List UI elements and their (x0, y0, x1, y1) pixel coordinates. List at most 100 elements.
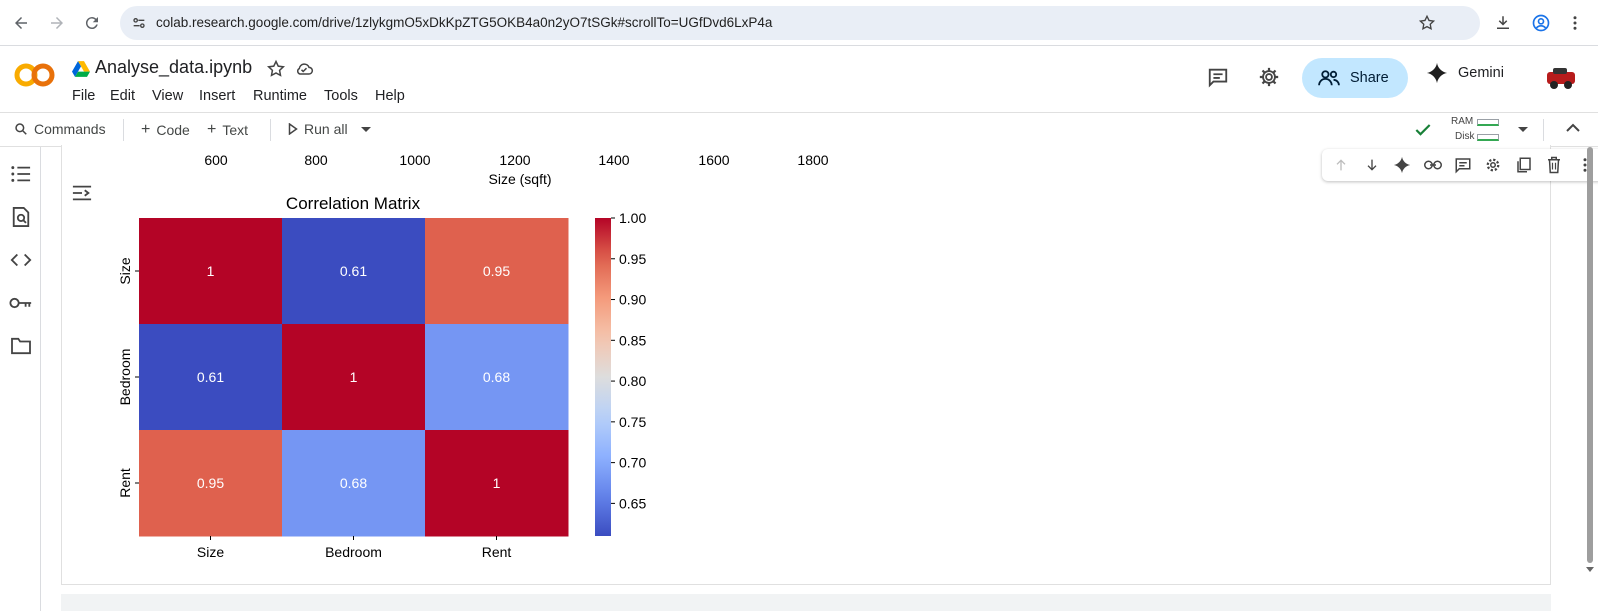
cell-annotation: 0.61 (197, 369, 224, 385)
menu-file[interactable]: File (72, 88, 95, 104)
toolbar-divider (270, 119, 271, 141)
search-icon (14, 122, 28, 136)
settings-gear-icon[interactable] (1482, 154, 1504, 176)
gemini-sparkle-icon (1426, 62, 1448, 84)
files-folder-icon[interactable] (9, 334, 33, 358)
settings-gear-icon[interactable] (1258, 66, 1280, 88)
text-label: Text (222, 122, 249, 138)
x-tick-label: 1400 (598, 152, 630, 168)
table-of-contents-icon[interactable] (9, 162, 33, 186)
cloud-saved-icon[interactable] (293, 59, 315, 79)
menu-edit[interactable]: Edit (110, 88, 135, 104)
url-text[interactable]: colab.research.google.com/drive/1zlykgmO… (156, 15, 772, 30)
comment-icon[interactable] (1207, 66, 1229, 88)
menu-view[interactable]: View (152, 88, 183, 104)
browser-toolbar: colab.research.google.com/drive/1zlykgmO… (0, 0, 1598, 46)
disk-meter (1477, 134, 1499, 141)
user-avatar[interactable] (1545, 64, 1577, 92)
colorbar-tick-label: 0.95 (619, 251, 646, 267)
cell-annotation: 0.95 (483, 263, 510, 279)
delete-trash-icon[interactable] (1543, 154, 1565, 176)
more-vert-icon[interactable] (1562, 10, 1588, 36)
colorbar-tick-label: 0.65 (619, 495, 646, 511)
forward-arrow-icon[interactable] (44, 10, 70, 36)
gemini-sparkle-icon[interactable] (1391, 154, 1413, 176)
gemini-button[interactable]: Gemini (1426, 62, 1504, 84)
colorbar-tick-label: 0.75 (619, 414, 646, 430)
x-tick-label: 600 (204, 152, 228, 168)
chart-title: Correlation Matrix (286, 194, 421, 213)
run-all-dropdown-icon[interactable] (360, 126, 372, 134)
profile-icon[interactable] (1528, 10, 1554, 36)
people-icon (1318, 69, 1340, 87)
cell-toolbar (1322, 149, 1598, 181)
add-text-button[interactable]: + Text (207, 121, 248, 139)
comment-icon[interactable] (1452, 154, 1474, 176)
mirror-cell-icon[interactable] (1513, 154, 1535, 176)
y-tick-label: Rent (117, 468, 133, 498)
secrets-key-icon[interactable] (9, 291, 33, 315)
back-arrow-icon[interactable] (8, 10, 34, 36)
star-icon[interactable] (266, 59, 286, 79)
move-down-icon[interactable] (1361, 154, 1383, 176)
notebook-title[interactable]: Analyse_data.ipynb (95, 57, 252, 78)
address-bar[interactable]: colab.research.google.com/drive/1zlykgmO… (120, 6, 1480, 40)
colorbar-tick-label: 0.85 (619, 332, 646, 348)
toolbar-divider (1543, 119, 1544, 141)
scroll-down-arrow-icon[interactable] (1585, 566, 1595, 574)
run-all-button[interactable]: Run all (288, 121, 348, 137)
scrollbar-thumb[interactable] (1587, 147, 1593, 563)
menu-insert[interactable]: Insert (199, 88, 235, 104)
cell-annotation: 0.68 (340, 475, 367, 491)
ram-label: RAM (1451, 116, 1474, 127)
vertical-scrollbar[interactable] (1584, 147, 1596, 579)
menu-tools[interactable]: Tools (324, 88, 358, 104)
add-code-button[interactable]: + Code (141, 121, 190, 139)
disk-label: Disk (1455, 131, 1475, 142)
output-actions-icon[interactable] (71, 183, 93, 203)
colorbar-tick-label: 0.70 (619, 455, 646, 471)
colorbar-tick-label: 1.00 (619, 210, 646, 226)
cell-annotation: 1 (207, 263, 215, 279)
code-cell[interactable]: 600 800 1000 1200 1400 1600 1800 Size (s… (61, 145, 1551, 585)
runtime-dropdown-icon[interactable] (1517, 126, 1529, 134)
next-cell-edge (61, 594, 1551, 611)
code-snippets-icon[interactable] (9, 248, 33, 272)
menu-help[interactable]: Help (375, 88, 405, 104)
cell-annotation: 0.68 (483, 369, 510, 385)
cell-annotation: 1 (493, 475, 501, 491)
x-tick-label: Size (197, 544, 224, 560)
x-tick-label: 1000 (399, 152, 431, 168)
connected-check-icon[interactable] (1413, 120, 1433, 140)
colorbar (595, 218, 611, 536)
x-axis-label: Size (sqft) (488, 171, 552, 187)
cell-annotation: 0.95 (197, 475, 224, 491)
x-tick-label: 1800 (797, 152, 829, 168)
correlation-heatmap: Correlation Matrix 1 0.61 0.95 0.61 1 0.68 0.9… (117, 194, 646, 560)
colab-logo[interactable] (14, 60, 56, 90)
notebook-area: 600 800 1000 1200 1400 1600 1800 Size (s… (41, 145, 1598, 611)
bookmark-star-icon[interactable] (1418, 14, 1436, 32)
share-button[interactable]: Share (1302, 58, 1408, 98)
x-tick-label: Bedroom (325, 544, 382, 560)
download-icon[interactable] (1490, 10, 1516, 36)
menu-runtime[interactable]: Runtime (253, 88, 307, 104)
google-drive-icon[interactable] (72, 61, 90, 77)
resource-monitor[interactable]: RAM Disk (1440, 116, 1500, 144)
find-replace-icon[interactable] (9, 205, 33, 229)
link-icon[interactable] (1422, 154, 1444, 176)
commands-button[interactable]: Commands (14, 121, 106, 137)
y-tick-label: Size (117, 257, 133, 284)
move-up-icon[interactable] (1330, 154, 1352, 176)
share-label: Share (1350, 70, 1389, 86)
x-tick-label: 800 (304, 152, 328, 168)
collapse-chevron-icon[interactable] (1566, 123, 1580, 133)
plus-icon: + (141, 121, 151, 138)
cell-annotation: 0.61 (340, 263, 367, 279)
x-tick-label: 1200 (499, 152, 531, 168)
reload-icon[interactable] (79, 10, 105, 36)
toolbar-divider (123, 119, 124, 141)
site-info-icon[interactable] (131, 15, 147, 31)
cell-annotation: 1 (350, 369, 358, 385)
ram-meter (1477, 119, 1499, 126)
